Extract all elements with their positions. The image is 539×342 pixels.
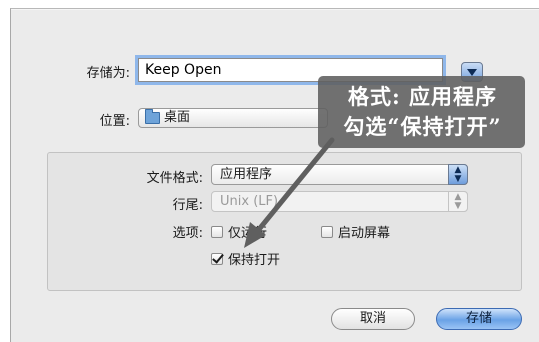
folder-icon (145, 109, 160, 124)
checkbox-label: 保持打开 (228, 253, 281, 268)
triangle-down-icon (467, 68, 477, 76)
file-format-value: 应用程序 (220, 167, 273, 182)
checkbox[interactable] (321, 225, 333, 238)
annotation-line-2: 勾选“保持打开” (343, 114, 502, 139)
checkbox-stay-open[interactable]: 保持打开 (211, 249, 280, 268)
annotation-callout: 格式: 应用程序 勾选“保持打开” (318, 76, 525, 148)
updown-arrows-icon: ▲ ▼ (448, 191, 468, 212)
checkbox[interactable] (211, 225, 223, 238)
line-ending-label: 行尾: (172, 198, 203, 213)
checkbox-label: 仅运行 (228, 226, 268, 241)
save-as-label: 存储为: (86, 66, 130, 81)
save-dialog: 存储为: Keep Open 位置: 桌面 文件格式: 应用程序 ▲ ▼ 行尾: … (10, 8, 539, 342)
location-value: 桌面 (164, 110, 191, 125)
file-format-label: 文件格式: (146, 171, 203, 186)
checkbox-run-only[interactable]: 仅运行 (211, 222, 267, 241)
checkbox-startup-screen[interactable]: 启动屏幕 (321, 222, 390, 241)
annotation-line-1: 格式: 应用程序 (347, 84, 498, 109)
save-button[interactable]: 存储 (436, 308, 522, 330)
cancel-button[interactable]: 取消 (331, 308, 415, 330)
checkbox-label: 启动屏幕 (338, 226, 391, 241)
options-label: 选项: (172, 226, 203, 241)
line-ending-value: Unix (LF) (220, 194, 279, 209)
location-popup[interactable]: 桌面 (138, 108, 328, 128)
checkbox-checked[interactable] (211, 252, 223, 265)
updown-arrows-icon: ▲ ▼ (448, 164, 468, 185)
file-format-select[interactable]: 应用程序 ▲ ▼ (211, 164, 468, 185)
line-ending-select[interactable]: Unix (LF) ▲ ▼ (211, 191, 468, 212)
location-label: 位置: (99, 114, 130, 129)
